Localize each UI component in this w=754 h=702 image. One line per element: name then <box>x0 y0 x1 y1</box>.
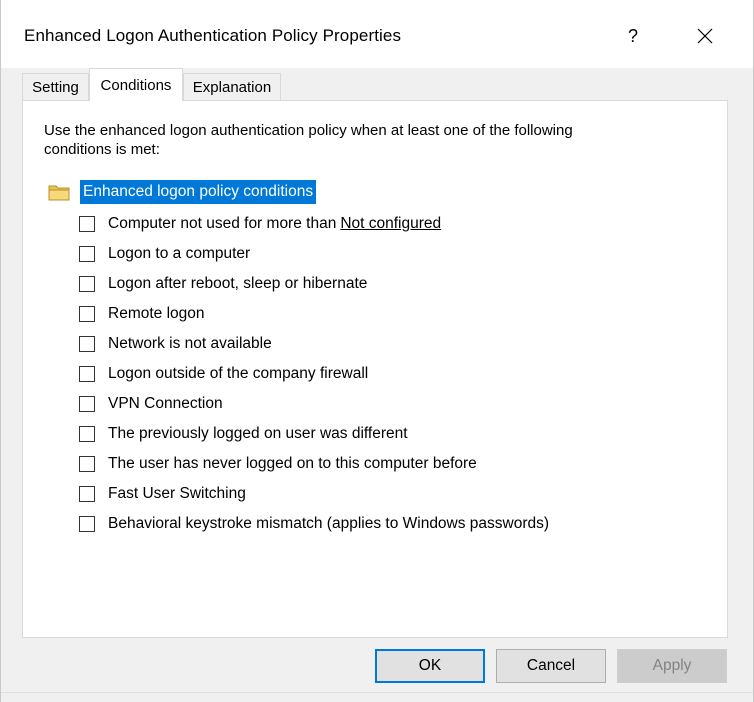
condition-outside-firewall: Logon outside of the company firewall <box>79 359 549 389</box>
tab-label: Explanation <box>192 78 272 96</box>
not-configured-link[interactable]: Not configured <box>340 215 441 233</box>
condition-fast-user-switching: Fast User Switching <box>79 479 549 509</box>
checkbox[interactable] <box>79 486 95 502</box>
condition-label: VPN Connection <box>108 395 223 412</box>
window-title: Enhanced Logon Authentication Policy Pro… <box>24 26 402 45</box>
apply-button[interactable]: Apply <box>617 649 727 683</box>
conditions-panel: Use the enhanced logon authentication po… <box>22 100 728 638</box>
folder-icon <box>48 185 70 201</box>
close-icon <box>697 28 713 44</box>
checkbox[interactable] <box>79 396 95 412</box>
close-button[interactable] <box>677 14 733 58</box>
checkbox[interactable] <box>79 366 95 382</box>
tree-root-label: Enhanced logon policy conditions <box>80 180 317 204</box>
properties-dialog: Enhanced Logon Authentication Policy Pro… <box>0 0 754 702</box>
condition-label: Fast User Switching <box>108 485 246 502</box>
condition-previous-user-different: The previously logged on user was differ… <box>79 419 549 449</box>
checkbox[interactable] <box>79 216 95 232</box>
tree-root-item[interactable]: Enhanced logon policy conditions <box>48 179 317 205</box>
cancel-button[interactable]: Cancel <box>496 649 606 683</box>
tab-label: Setting <box>32 78 79 96</box>
condition-label: Remote logon <box>108 305 205 322</box>
help-button[interactable]: ? <box>605 14 661 58</box>
condition-keystroke-mismatch: Behavioral keystroke mismatch (applies t… <box>79 509 549 539</box>
condition-label: Behavioral keystroke mismatch (applies t… <box>108 515 550 532</box>
title-bar[interactable]: Enhanced Logon Authentication Policy Pro… <box>1 0 753 68</box>
checkbox[interactable] <box>79 426 95 442</box>
condition-logon-to-computer: Logon to a computer <box>79 239 549 269</box>
checkbox[interactable] <box>79 246 95 262</box>
condition-logon-after-reboot: Logon after reboot, sleep or hibernate <box>79 269 549 299</box>
condition-label: Network is not available <box>108 335 272 352</box>
condition-label: The previously logged on user was differ… <box>108 425 408 442</box>
condition-never-logged-on: The user has never logged on to this com… <box>79 449 549 479</box>
checkbox[interactable] <box>79 276 95 292</box>
checkbox[interactable] <box>79 456 95 472</box>
window-bottom-edge <box>1 692 753 702</box>
condition-network-unavailable: Network is not available <box>79 329 549 359</box>
help-icon: ? <box>627 25 638 46</box>
condition-label: The user has never logged on to this com… <box>108 455 477 472</box>
tab-label: Conditions <box>100 76 172 94</box>
panel-description: Use the enhanced logon authentication po… <box>44 122 573 158</box>
tab-explanation[interactable]: Explanation <box>183 73 281 100</box>
checkbox[interactable] <box>79 336 95 352</box>
condition-label: Logon after reboot, sleep or hibernate <box>108 275 368 292</box>
tab-setting[interactable]: Setting <box>22 73 89 100</box>
condition-remote-logon: Remote logon <box>79 299 549 329</box>
condition-label: Logon to a computer <box>108 245 251 262</box>
condition-computer-not-used: Computer not used for more than Not conf… <box>79 209 549 239</box>
condition-label: Computer not used for more than <box>108 215 337 232</box>
checkbox[interactable] <box>79 306 95 322</box>
condition-label: Logon outside of the company firewall <box>108 365 369 382</box>
ok-button[interactable]: OK <box>375 649 485 683</box>
checkbox[interactable] <box>79 516 95 532</box>
tab-conditions[interactable]: Conditions <box>89 68 183 101</box>
conditions-list: Computer not used for more than Not conf… <box>79 209 549 539</box>
condition-vpn-connection: VPN Connection <box>79 389 549 419</box>
